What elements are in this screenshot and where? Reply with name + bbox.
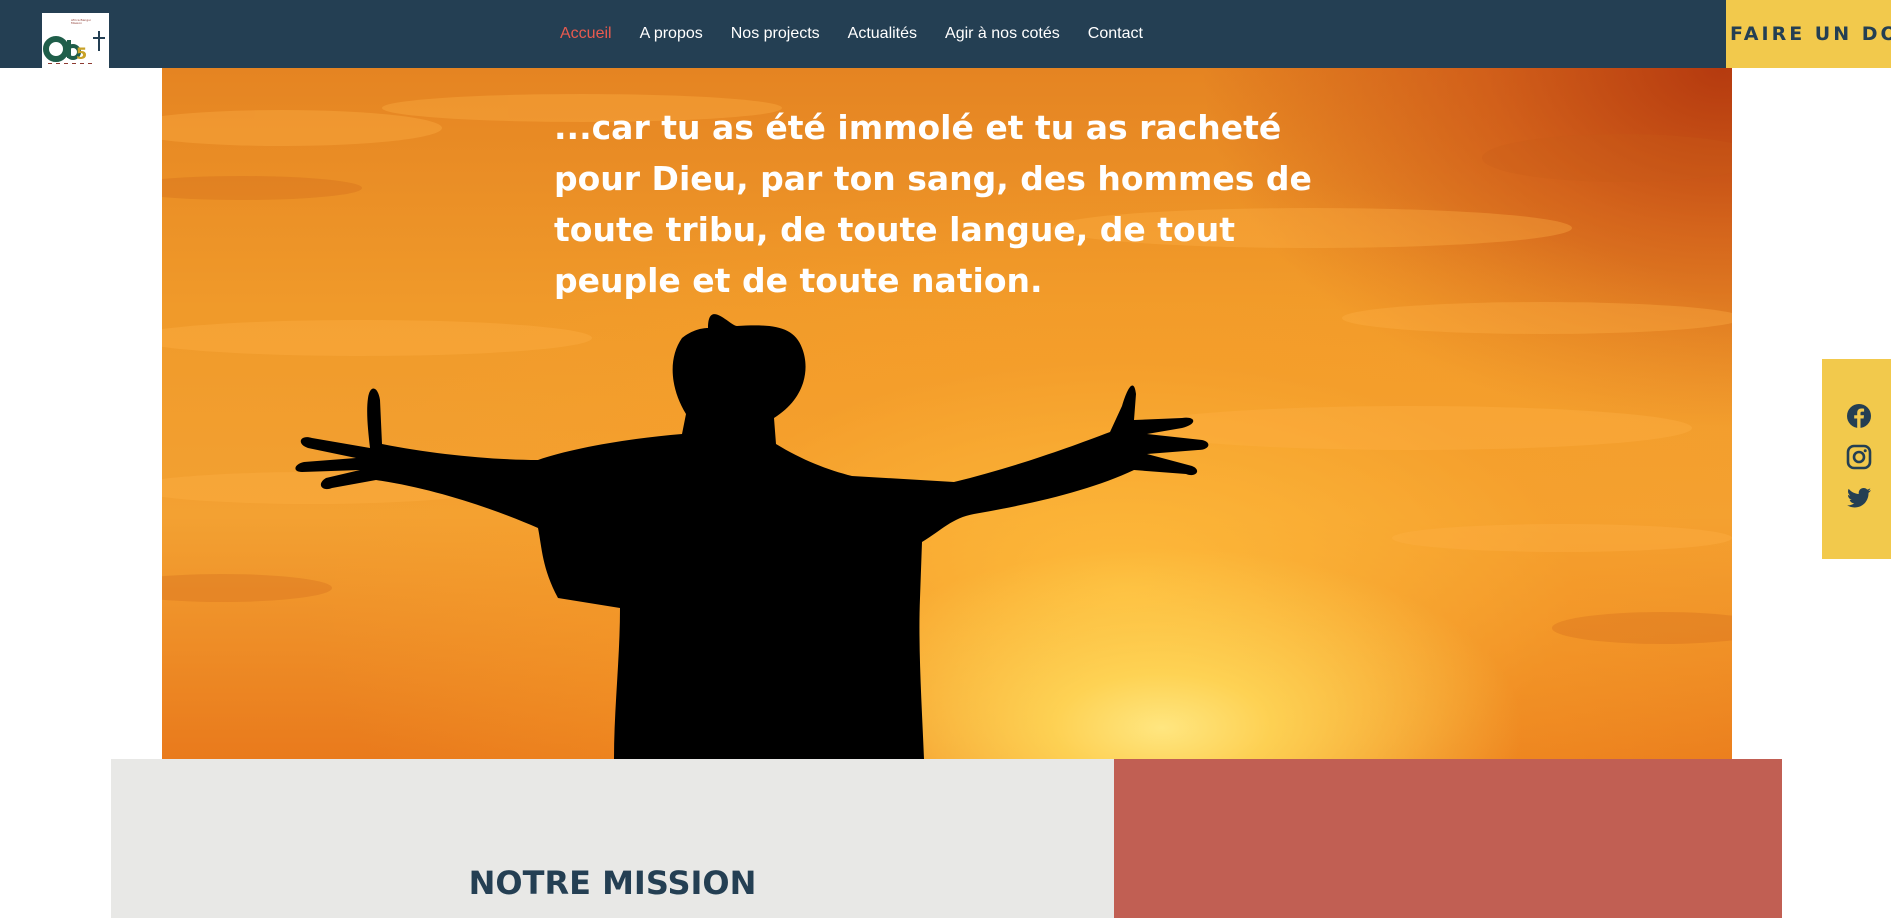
- main-nav: Accueil A propos Nos projects Actualités…: [560, 0, 1171, 68]
- hero-quote: ...car tu as été immolé et tu as racheté…: [554, 108, 1312, 300]
- logo-tagline: Africa Bangui Mission: [71, 18, 91, 26]
- nav-item-nos-projects[interactable]: Nos projects: [731, 25, 820, 43]
- nav-item-actualites[interactable]: Actualités: [848, 25, 917, 43]
- social-sidebar: [1822, 359, 1891, 559]
- page: 5 Africa Bangui Mission Accueil A propos…: [0, 0, 1891, 918]
- nav-item-agir[interactable]: Agir à nos cotés: [945, 25, 1060, 43]
- nav-item-a-propos[interactable]: A propos: [640, 25, 703, 43]
- mission-section: NOTRE MISSION: [111, 759, 1114, 918]
- svg-text:5: 5: [76, 44, 87, 63]
- mission-title: NOTRE MISSION: [468, 864, 757, 902]
- mission-color-block: [1114, 759, 1782, 918]
- site-header: 5 Africa Bangui Mission Accueil A propos…: [0, 0, 1891, 68]
- instagram-icon[interactable]: [1846, 444, 1872, 470]
- nav-item-accueil[interactable]: Accueil: [560, 25, 612, 43]
- nav-item-contact[interactable]: Contact: [1088, 25, 1143, 43]
- twitter-icon[interactable]: [1846, 485, 1872, 511]
- hero-banner: ...car tu as été immolé et tu as racheté…: [162, 68, 1732, 759]
- facebook-icon[interactable]: [1846, 403, 1872, 429]
- site-logo[interactable]: 5 Africa Bangui Mission: [42, 13, 109, 68]
- donate-button-label: FAIRE UN DON: [1730, 23, 1891, 45]
- donate-button[interactable]: FAIRE UN DON: [1726, 0, 1891, 68]
